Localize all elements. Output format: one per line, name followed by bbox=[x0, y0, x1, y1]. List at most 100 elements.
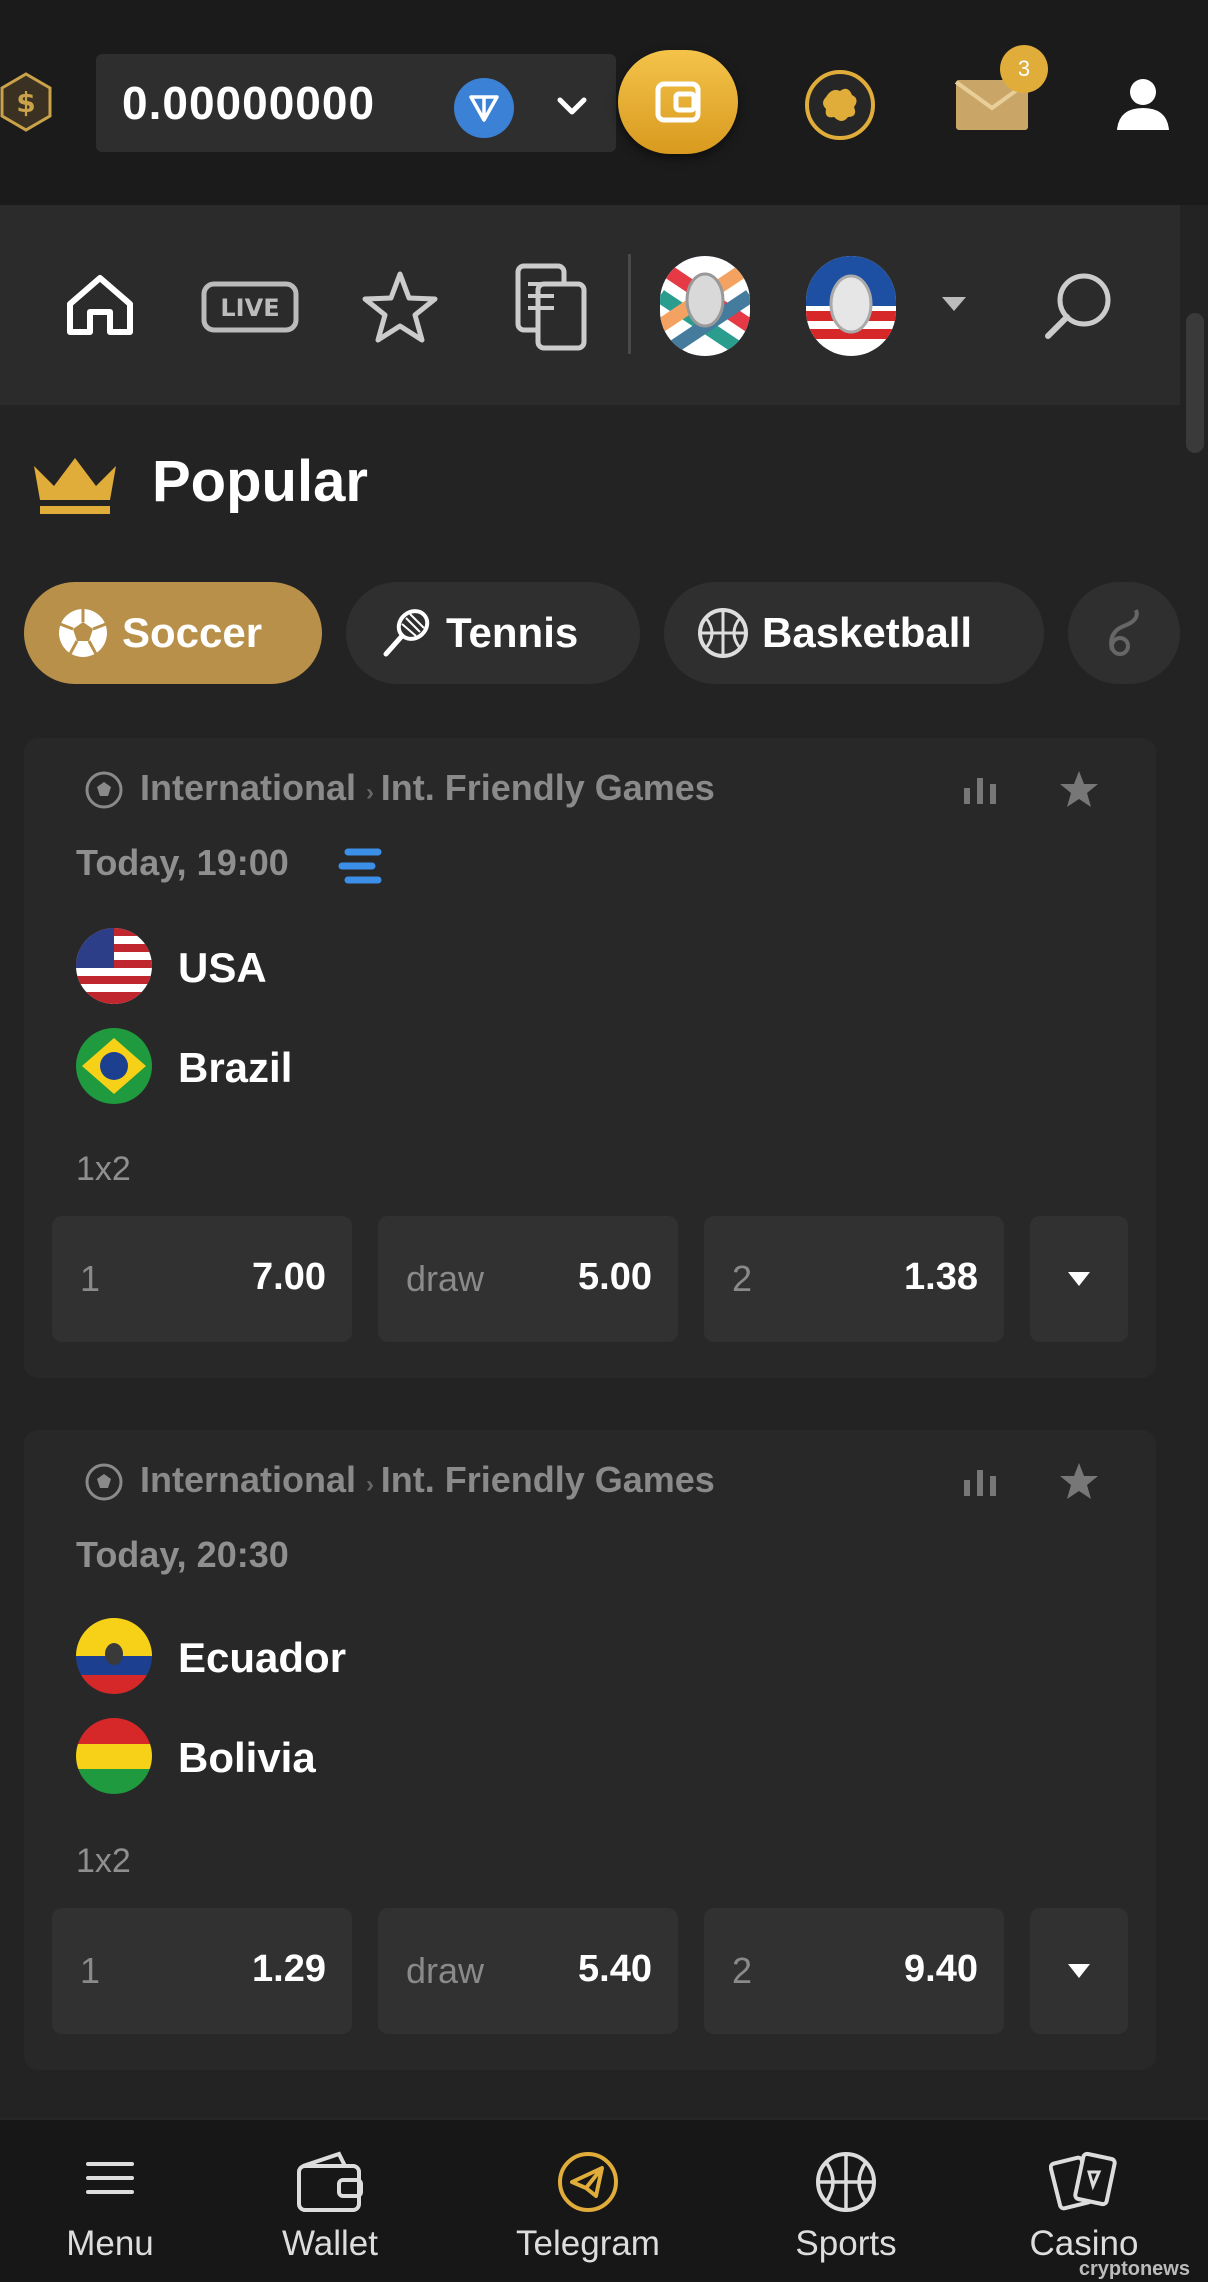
stats-icon[interactable] bbox=[962, 774, 998, 811]
match-league: International › Int. Friendly Games bbox=[140, 767, 715, 808]
sport-icon bbox=[1109, 609, 1139, 656]
bonus-button[interactable] bbox=[805, 70, 875, 140]
team-away: Bolivia bbox=[178, 1734, 316, 1781]
league-name: Int. Friendly Games bbox=[380, 767, 715, 808]
chip-basketball[interactable]: Basketball bbox=[664, 582, 1044, 684]
chip-label: Soccer bbox=[122, 609, 263, 656]
soccer-ball-icon bbox=[84, 770, 124, 815]
league-country: International bbox=[140, 1459, 357, 1500]
odd-value: 7.00 bbox=[252, 1256, 326, 1298]
odd-away-button[interactable]: 2 9.40 bbox=[704, 1908, 1004, 2034]
flag-usa-icon bbox=[76, 928, 152, 1004]
copa-america-icon[interactable] bbox=[806, 256, 896, 356]
hamburger-icon bbox=[86, 2162, 134, 2194]
league-name: Int. Friendly Games bbox=[380, 1459, 715, 1500]
chip-soccer[interactable]: Soccer bbox=[24, 582, 322, 684]
home-icon[interactable] bbox=[60, 270, 140, 345]
svg-text:LIVE: LIVE bbox=[220, 294, 279, 322]
chevron-down-icon bbox=[1068, 1964, 1090, 1978]
odd-label: 2 bbox=[732, 1258, 753, 1299]
puzzle-icon bbox=[823, 88, 857, 121]
market-label: 1x2 bbox=[76, 1150, 131, 1188]
nav-divider bbox=[628, 254, 631, 354]
nav-wallet[interactable]: Wallet bbox=[220, 2120, 440, 2282]
stats-icon[interactable] bbox=[962, 1466, 998, 1503]
soccer-ball-icon bbox=[59, 609, 107, 657]
odd-label: draw bbox=[406, 1258, 485, 1299]
odd-label: 1 bbox=[80, 1258, 101, 1299]
popular-heading: Popular bbox=[152, 449, 368, 514]
odd-value: 1.38 bbox=[904, 1256, 978, 1298]
chevron-down-icon bbox=[1068, 1272, 1090, 1286]
flag-ecuador-icon bbox=[76, 1618, 152, 1694]
nav-label: Menu bbox=[66, 2224, 154, 2263]
odd-draw-button[interactable]: draw 5.40 bbox=[378, 1908, 678, 2034]
odd-value: 1.29 bbox=[252, 1948, 326, 1990]
basketball-icon bbox=[816, 2152, 876, 2212]
mail-badge-count: 3 bbox=[1000, 45, 1048, 93]
odd-away-button[interactable]: 2 1.38 bbox=[704, 1216, 1004, 1342]
live-stream-icon bbox=[338, 846, 384, 891]
odd-value: 5.00 bbox=[578, 1256, 652, 1298]
chip-tennis[interactable]: Tennis bbox=[346, 582, 640, 684]
svg-text:$: $ bbox=[16, 86, 35, 119]
odd-value: 5.40 bbox=[578, 1948, 652, 1990]
ton-coin-icon bbox=[454, 78, 514, 138]
betslip-icon[interactable] bbox=[514, 262, 590, 357]
nav-menu[interactable]: Menu bbox=[0, 2120, 220, 2282]
euro-tournament-icon[interactable] bbox=[660, 256, 750, 356]
league-country: International bbox=[140, 767, 357, 808]
odd-label: draw bbox=[406, 1950, 485, 1991]
match-league: International › Int. Friendly Games bbox=[140, 1459, 715, 1500]
crown-icon bbox=[30, 452, 120, 521]
odd-label: 1 bbox=[80, 1950, 101, 1991]
chip-label: Tennis bbox=[446, 609, 579, 656]
bottom-nav: Menu Wallet Telegram Sports Casino bbox=[0, 2118, 1208, 2282]
favorite-star-icon[interactable] bbox=[1058, 1460, 1100, 1507]
search-icon[interactable] bbox=[1040, 266, 1120, 351]
balance-value: 0.00000000 bbox=[122, 77, 376, 129]
basketball-icon bbox=[698, 608, 748, 658]
odd-draw-button[interactable]: draw 5.00 bbox=[378, 1216, 678, 1342]
chip-label: Basketball bbox=[762, 609, 973, 656]
nav-telegram[interactable]: Telegram bbox=[478, 2120, 698, 2282]
user-icon[interactable] bbox=[1115, 76, 1171, 132]
nav-label: Wallet bbox=[282, 2224, 378, 2263]
site-logo-icon[interactable]: $ bbox=[0, 72, 52, 132]
sports-sub-nav bbox=[0, 205, 1180, 405]
star-icon[interactable] bbox=[360, 268, 440, 349]
nav-sports[interactable]: Sports bbox=[736, 2120, 956, 2282]
nav-label: Telegram bbox=[516, 2224, 660, 2263]
more-markets-button[interactable] bbox=[1030, 1908, 1128, 2034]
team-home: Ecuador bbox=[178, 1634, 347, 1681]
cards-icon bbox=[1049, 2151, 1117, 2211]
wallet-button[interactable] bbox=[618, 50, 738, 154]
match-time: Today, 20:30 bbox=[76, 1534, 289, 1575]
nav-label: Sports bbox=[795, 2224, 897, 2263]
watermark-text: cryptonews bbox=[1078, 2258, 1190, 2280]
match-time: Today, 19:00 bbox=[76, 842, 289, 883]
tennis-racket-icon bbox=[383, 609, 430, 657]
scrollbar[interactable] bbox=[1186, 313, 1204, 453]
flag-brazil-icon bbox=[76, 1028, 152, 1104]
wallet-icon bbox=[297, 2151, 363, 2212]
soccer-ball-icon bbox=[84, 1462, 124, 1507]
favorite-star-icon[interactable] bbox=[1058, 768, 1100, 815]
chevron-down-icon[interactable] bbox=[940, 294, 968, 319]
odd-home-button[interactable]: 1 1.29 bbox=[52, 1908, 352, 2034]
team-away: Brazil bbox=[178, 1044, 293, 1091]
more-markets-button[interactable] bbox=[1030, 1216, 1128, 1342]
balance-selector[interactable]: 0.00000000 bbox=[96, 54, 616, 152]
top-bar: $ 0.00000000 3 bbox=[0, 0, 1208, 205]
odd-value: 9.40 bbox=[904, 1948, 978, 1990]
live-icon[interactable]: LIVE bbox=[200, 280, 300, 339]
wallet-icon bbox=[655, 81, 701, 123]
odd-home-button[interactable]: 1 7.00 bbox=[52, 1216, 352, 1342]
odd-label: 2 bbox=[732, 1950, 753, 1991]
chevron-down-icon bbox=[552, 86, 592, 126]
telegram-icon bbox=[558, 2152, 618, 2212]
team-home: USA bbox=[178, 944, 267, 991]
flag-bolivia-icon bbox=[76, 1718, 152, 1794]
market-label: 1x2 bbox=[76, 1842, 131, 1880]
chip-more-sports[interactable] bbox=[1068, 582, 1180, 684]
